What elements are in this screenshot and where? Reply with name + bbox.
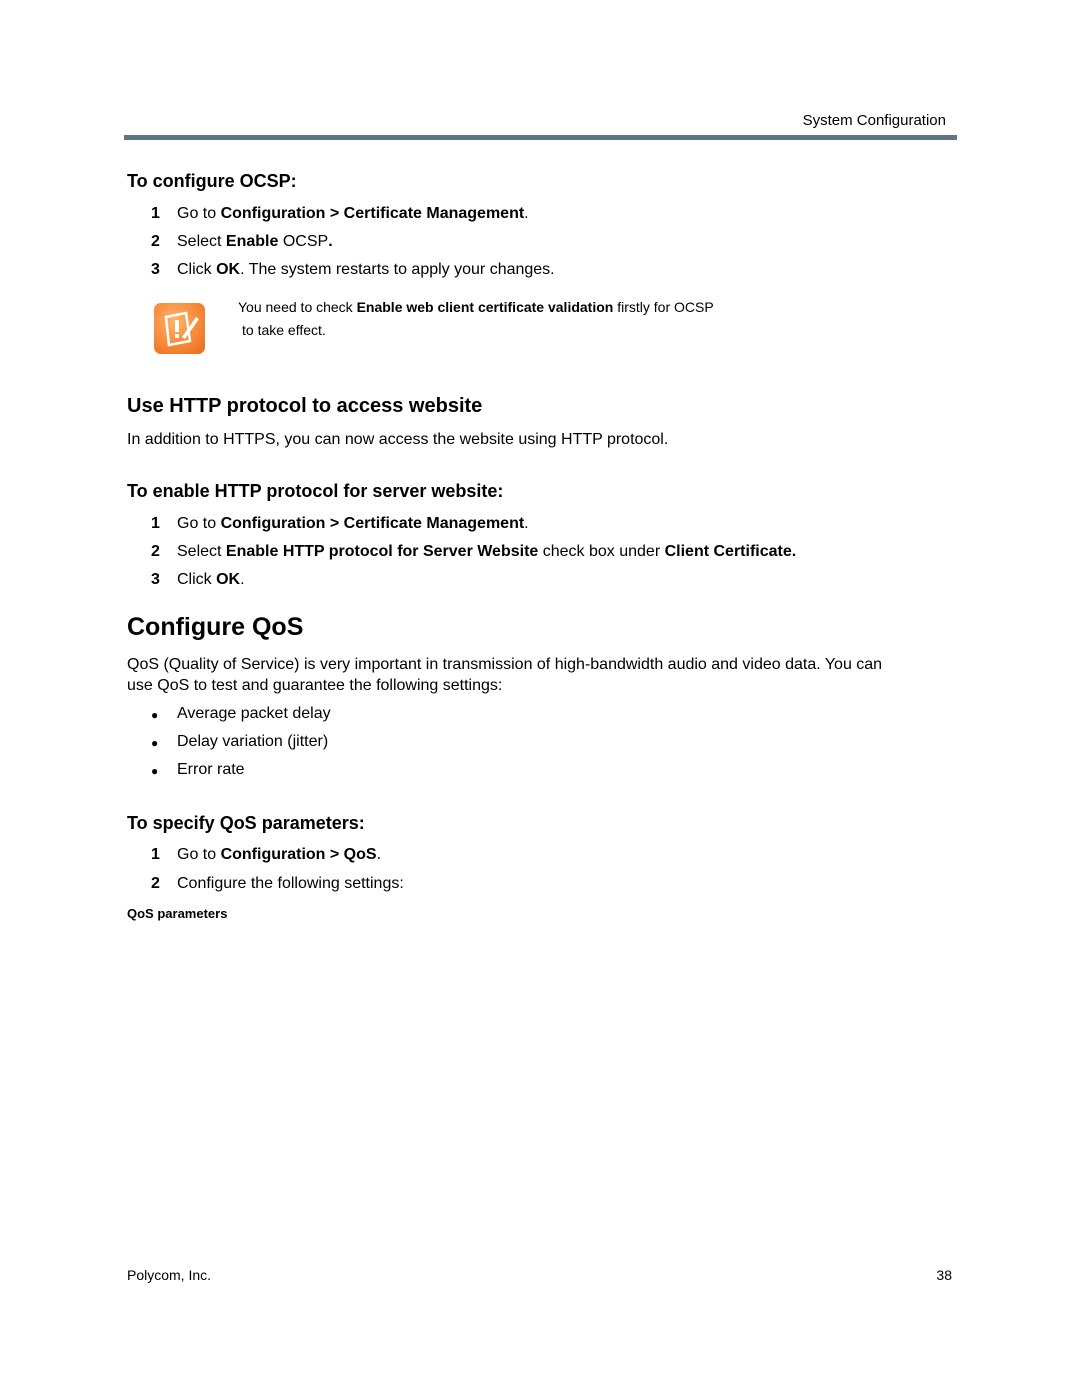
http-intro: In addition to HTTPS, you can now access… — [127, 431, 669, 448]
step-text: Select — [177, 543, 226, 560]
qos-bullet-item: ● Delay variation (jitter) — [151, 733, 328, 753]
step-bold-text: Configuration > QoS — [220, 846, 377, 863]
step-bold-text: Client Certificate. — [664, 543, 797, 560]
bullet-text: Delay variation (jitter) — [177, 733, 329, 750]
http-step-2: 2 Select Enable HTTP protocol for Server… — [151, 543, 796, 561]
qos-intro-line-1: QoS (Quality of Service) is very importa… — [127, 656, 883, 673]
qos-heading: Configure QoS — [127, 613, 304, 641]
bullet-icon: ● — [151, 708, 159, 722]
bullet-icon: ● — [151, 736, 159, 750]
step-text: OCSP — [278, 233, 329, 250]
step-number: 3 — [151, 571, 160, 588]
qos-subheading: To specify QoS parameters: — [127, 813, 365, 833]
running-header: System Configuration — [802, 112, 946, 129]
http-subheading: To enable HTTP protocol for server websi… — [127, 481, 504, 501]
bullet-text: Error rate — [177, 761, 245, 778]
ocsp-heading: To configure OCSP: — [127, 171, 297, 191]
note-text-part: You need to check — [238, 299, 357, 315]
qos-step-2: 2 Configure the following settings: — [151, 875, 404, 893]
page-number: 38 — [936, 1267, 952, 1283]
step-bold-text: Configuration > Certificate Management — [220, 515, 525, 532]
note-bold-text: Enable web client certificate validation — [356, 299, 614, 315]
step-bold-text: Enable — [225, 233, 279, 250]
step-text: . — [524, 515, 529, 532]
step-number: 2 — [151, 543, 160, 560]
step-text: Click — [177, 261, 217, 278]
step-text: check box under — [538, 543, 665, 560]
step-text: Click — [177, 571, 217, 588]
note-text-part: firstly for OCSP — [613, 299, 714, 315]
step-text: Configure the following settings: — [177, 875, 404, 892]
http-step-1: 1 Go to Configuration > Certificate Mana… — [151, 515, 529, 533]
qos-intro-line-2: use QoS to test and guarantee the follow… — [127, 677, 503, 694]
table-caption: QoS parameters — [127, 906, 228, 921]
ocsp-step-2: 2 Select Enable OCSP. — [151, 233, 333, 251]
step-text: . — [524, 205, 529, 222]
footer-company: Polycom, Inc. — [127, 1267, 212, 1283]
bullet-icon: ● — [151, 764, 159, 778]
step-number: 3 — [151, 261, 160, 278]
step-number: 2 — [151, 875, 160, 892]
note-warning-icon — [154, 303, 205, 354]
step-bold-text: Configuration > Certificate Management — [220, 205, 525, 222]
step-text: . The system restarts to apply your chan… — [240, 261, 555, 278]
bullet-text: Average packet delay — [177, 705, 331, 722]
note-text: You need to check Enable web client cert… — [238, 296, 714, 342]
step-bold-text: OK — [216, 261, 241, 278]
step-bold-text: Enable HTTP protocol for Server Website — [225, 543, 539, 560]
step-number: 2 — [151, 233, 160, 250]
step-text: Go to — [177, 846, 221, 863]
ocsp-step-1: 1 Go to Configuration > Certificate Mana… — [151, 205, 529, 223]
step-text: Go to — [177, 515, 221, 532]
step-number: 1 — [151, 515, 160, 532]
step-bold-text: OK — [216, 571, 241, 588]
step-text: Select — [177, 233, 226, 250]
header-divider — [124, 135, 957, 140]
step-bold-text: . — [328, 233, 333, 250]
qos-intro: QoS (Quality of Service) is very importa… — [127, 654, 882, 696]
qos-bullet-item: ● Error rate — [151, 761, 245, 781]
step-number: 1 — [151, 205, 160, 222]
step-text: . — [240, 571, 245, 588]
qos-bullet-item: ● Average packet delay — [151, 705, 331, 725]
step-number: 1 — [151, 846, 160, 863]
http-step-3: 3 Click OK. — [151, 571, 245, 589]
step-text: . — [376, 846, 382, 863]
http-heading: Use HTTP protocol to access website — [127, 395, 483, 417]
step-text: Go to — [177, 205, 221, 222]
note-text-line2: to take effect. — [242, 322, 326, 338]
ocsp-step-3: 3 Click OK. The system restarts to apply… — [151, 261, 555, 279]
qos-step-1: 1 Go to Configuration > QoS. — [151, 846, 381, 864]
